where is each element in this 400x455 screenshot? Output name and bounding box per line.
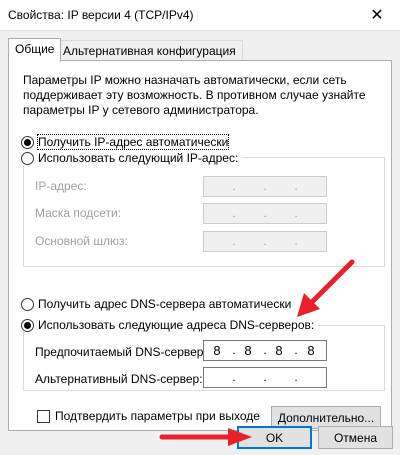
ip-auto-label: Получить IP-адрес автоматически (36, 134, 230, 150)
octet-separator: . (232, 370, 236, 384)
cancel-button-label: Отмена (333, 430, 378, 445)
preferred-dns-octet: 8 (307, 343, 315, 358)
octet-separator: . (263, 206, 267, 220)
subnet-mask-input[interactable]: . . . (203, 203, 327, 224)
advanced-button-label: Дополнительно... (277, 410, 375, 425)
tab-general-label: Общие (15, 42, 55, 56)
octet-separator: . (263, 179, 267, 193)
close-button[interactable]: ✕ (354, 0, 400, 30)
octet-separator: . (263, 234, 267, 248)
default-gateway-input[interactable]: . . . (203, 231, 327, 252)
default-gateway-label: Основной шлюз: (35, 234, 128, 248)
dialog-body: Общие Альтернативная конфигурация Параме… (0, 30, 400, 455)
window-title: Свойства: IP версии 4 (TCP/IPv4) (8, 8, 194, 22)
dns-auto-label: Получить адрес DNS-сервера автоматически (38, 297, 292, 311)
octet-separator: . (294, 343, 298, 357)
tab-general[interactable]: Общие (8, 38, 62, 62)
octet-separator: . (232, 179, 236, 193)
cancel-button[interactable]: Отмена (318, 426, 393, 449)
general-tab-panel: Параметры IP можно назначать автоматичес… (8, 60, 392, 431)
preferred-dns-octet: 8 (244, 343, 252, 358)
ip-manual-label: Использовать следующий IP-адрес: (38, 151, 239, 165)
tab-alternate-config[interactable]: Альтернативная конфигурация (56, 40, 243, 62)
ip-address-label: IP-адрес: (35, 179, 87, 193)
preferred-dns-label: Предпочитаемый DNS-сервер: (35, 345, 207, 359)
preferred-dns-input[interactable]: 8 . 8 . 8 . 8 (203, 340, 327, 361)
ip-manual-radio[interactable] (21, 151, 34, 165)
dns-manual-label: Использовать следующие адреса DNS-сервер… (38, 318, 315, 332)
ip-manual-option[interactable]: Использовать следующий IP-адрес: (21, 151, 243, 165)
validate-option[interactable]: Подтвердить параметры при выходе (37, 409, 260, 423)
octet-separator: . (232, 206, 236, 220)
dns-manual-option[interactable]: Использовать следующие адреса DNS-сервер… (21, 318, 319, 332)
alternate-dns-label: Альтернативный DNS-сервер: (35, 372, 203, 386)
octet-separator: . (294, 179, 298, 193)
ip-auto-radio[interactable] (21, 135, 34, 149)
octet-separator: . (294, 206, 298, 220)
intro-text: Параметры IP можно назначать автоматичес… (23, 73, 366, 117)
octet-separator: . (232, 234, 236, 248)
dns-auto-option[interactable]: Получить адрес DNS-сервера автоматически (21, 297, 291, 311)
close-icon: ✕ (370, 7, 384, 24)
ip-auto-option[interactable]: Получить IP-адрес автоматически (21, 134, 230, 150)
octet-separator: . (263, 370, 267, 384)
preferred-dns-octet: 8 (275, 343, 283, 358)
dns-auto-radio[interactable] (21, 297, 34, 311)
octet-separator: . (294, 370, 298, 384)
preferred-dns-octet: 8 (213, 343, 221, 358)
ok-button[interactable]: OK (237, 426, 312, 449)
validate-label: Подтвердить параметры при выходе (55, 409, 260, 423)
octet-separator: . (294, 234, 298, 248)
alternate-dns-input[interactable]: . . . (203, 367, 327, 388)
ip-address-input[interactable]: . . . (203, 176, 327, 197)
tab-alternate-config-label: Альтернативная конфигурация (63, 44, 236, 58)
validate-checkbox[interactable] (37, 409, 50, 423)
ok-button-label: OK (265, 430, 284, 445)
subnet-mask-label: Маска подсети: (35, 206, 122, 220)
dns-manual-radio[interactable] (21, 318, 34, 332)
title-bar: Свойства: IP версии 4 (TCP/IPv4) ✕ (0, 0, 400, 30)
